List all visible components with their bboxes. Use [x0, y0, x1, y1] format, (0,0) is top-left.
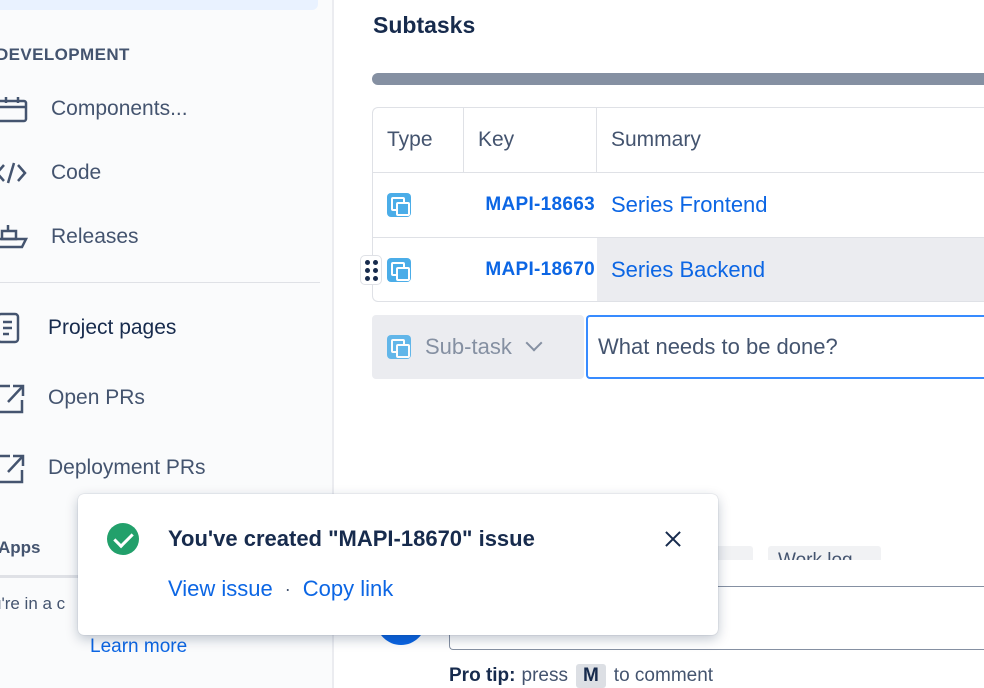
sidebar-item-open-prs[interactable]: Open PRs: [0, 378, 320, 418]
table-header-row: Type Key Summary: [373, 108, 984, 172]
view-issue-link[interactable]: View issue: [168, 576, 273, 602]
type-cell: [373, 173, 464, 237]
sidebar-item-label: Project pages: [48, 316, 177, 339]
toast-actions: View issue · Copy link: [168, 576, 393, 602]
toast-title: You've created "MAPI-18670" issue: [168, 526, 535, 551]
code-icon: [0, 155, 40, 191]
table-row[interactable]: MAPI-18670 Series Backend: [373, 238, 984, 301]
sidebar-item-label: Code: [51, 161, 102, 184]
type-cell: [373, 238, 464, 301]
external-link-icon: [0, 380, 36, 416]
ship-icon: [0, 219, 40, 255]
new-subtask-input[interactable]: [586, 315, 984, 379]
issue-key-link[interactable]: MAPI-18670: [485, 259, 595, 281]
subtask-icon: [387, 193, 411, 217]
subtask-icon: [387, 258, 411, 282]
components-icon: [0, 91, 40, 127]
sidebar-item-label: Components...: [51, 97, 188, 120]
sidebar-divider: [0, 282, 320, 283]
subtask-icon: [387, 335, 411, 359]
keyboard-shortcut: M: [575, 664, 606, 688]
issue-summary-link[interactable]: Series Backend: [611, 257, 765, 283]
pro-tip-label: Pro tip:: [449, 665, 516, 686]
copy-link-link[interactable]: Copy link: [303, 576, 393, 602]
sidebar-item-label: Open PRs: [48, 386, 145, 409]
subtasks-progress-bar: [372, 73, 984, 85]
external-link-icon: [0, 450, 36, 486]
pro-tip-text: press: [521, 665, 568, 686]
success-check-icon: [107, 523, 139, 555]
tab-work-log[interactable]: Work log: [768, 546, 881, 560]
key-cell: MAPI-18663: [464, 173, 597, 237]
summary-cell: Series Frontend: [597, 173, 984, 237]
column-header-type[interactable]: Type: [373, 108, 464, 172]
column-header-summary[interactable]: Summary: [597, 108, 984, 172]
summary-cell: Series Backend: [597, 238, 984, 301]
subtasks-title: Subtasks: [373, 12, 476, 38]
sidebar-apps-heading: Apps: [0, 538, 41, 557]
issue-type-select[interactable]: Sub-task: [372, 315, 584, 379]
close-icon[interactable]: [658, 524, 688, 554]
sidebar-item-deployment-prs[interactable]: Deployment PRs: [0, 448, 320, 488]
page-icon: [0, 310, 36, 346]
separator: ·: [284, 578, 291, 599]
learn-more-link[interactable]: Learn more: [90, 636, 187, 658]
key-cell: MAPI-18670: [464, 238, 597, 301]
success-toast: You've created "MAPI-18670" issue View i…: [78, 494, 718, 635]
sidebar-item-code[interactable]: Code: [0, 153, 320, 193]
column-header-key[interactable]: Key: [464, 108, 597, 172]
sidebar-apps-note: u're in a c: [0, 594, 66, 613]
sidebar-selected-item[interactable]: [0, 0, 318, 10]
pro-tip-text: to comment: [613, 665, 714, 686]
subtasks-table: Type Key Summary MAPI-18663 Series Front…: [372, 107, 984, 302]
sidebar-item-label: Deployment PRs: [48, 456, 206, 479]
issue-summary-link[interactable]: Series Frontend: [611, 192, 768, 218]
issue-type-value: Sub-task: [425, 334, 512, 359]
drag-handle-icon[interactable]: [360, 255, 382, 285]
table-row[interactable]: MAPI-18663 Series Frontend: [373, 173, 984, 237]
sidebar-item-components[interactable]: Components...: [0, 89, 320, 129]
sidebar-item-label: Releases: [51, 225, 139, 248]
issue-key-link[interactable]: MAPI-18663: [485, 194, 595, 216]
pro-tip: Pro tip: press M to comment: [449, 664, 713, 688]
sidebar-item-project-pages[interactable]: Project pages: [0, 308, 320, 348]
sidebar-item-releases[interactable]: Releases: [0, 217, 320, 257]
sidebar-section-heading: DEVELOPMENT: [0, 45, 130, 64]
chevron-down-icon: [525, 334, 543, 352]
